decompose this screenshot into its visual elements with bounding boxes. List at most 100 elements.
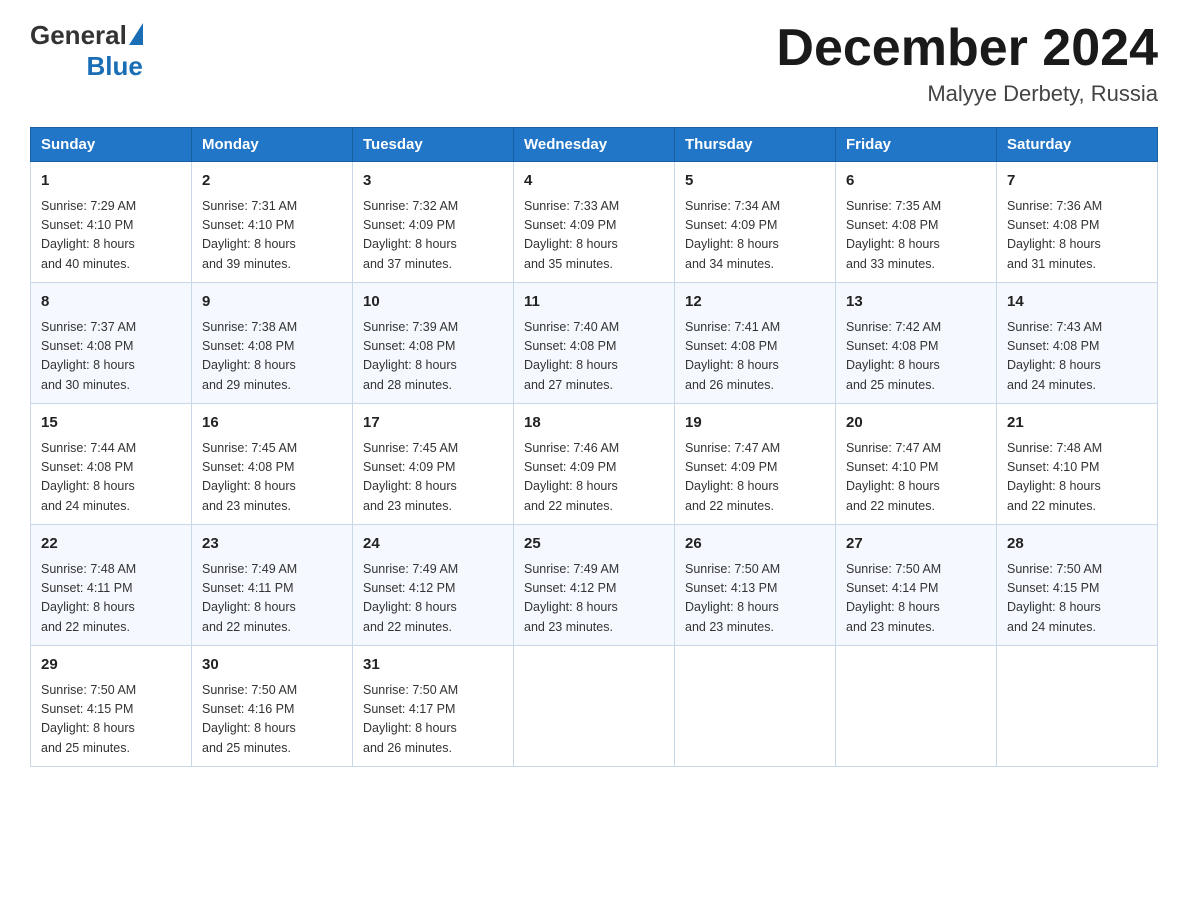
calendar-cell: 29 Sunrise: 7:50 AM Sunset: 4:15 PM Dayl… — [31, 646, 192, 767]
calendar-header-row: SundayMondayTuesdayWednesdayThursdayFrid… — [31, 128, 1158, 162]
calendar-cell — [836, 646, 997, 767]
calendar-cell: 1 Sunrise: 7:29 AM Sunset: 4:10 PM Dayli… — [31, 162, 192, 283]
day-info: Sunrise: 7:50 AM Sunset: 4:16 PM Dayligh… — [202, 681, 342, 759]
calendar-cell: 15 Sunrise: 7:44 AM Sunset: 4:08 PM Dayl… — [31, 404, 192, 525]
calendar-week-row: 8 Sunrise: 7:37 AM Sunset: 4:08 PM Dayli… — [31, 283, 1158, 404]
calendar-week-row: 22 Sunrise: 7:48 AM Sunset: 4:11 PM Dayl… — [31, 525, 1158, 646]
calendar-cell: 25 Sunrise: 7:49 AM Sunset: 4:12 PM Dayl… — [514, 525, 675, 646]
logo-blue: Blue — [86, 51, 142, 82]
header-monday: Monday — [192, 128, 353, 162]
day-number: 2 — [202, 170, 342, 193]
day-number: 13 — [846, 291, 986, 314]
day-info: Sunrise: 7:33 AM Sunset: 4:09 PM Dayligh… — [524, 197, 664, 275]
calendar-table: SundayMondayTuesdayWednesdayThursdayFrid… — [30, 127, 1158, 767]
calendar-cell: 22 Sunrise: 7:48 AM Sunset: 4:11 PM Dayl… — [31, 525, 192, 646]
day-info: Sunrise: 7:41 AM Sunset: 4:08 PM Dayligh… — [685, 318, 825, 396]
day-info: Sunrise: 7:49 AM Sunset: 4:11 PM Dayligh… — [202, 560, 342, 638]
day-number: 19 — [685, 412, 825, 435]
day-info: Sunrise: 7:48 AM Sunset: 4:11 PM Dayligh… — [41, 560, 181, 638]
day-info: Sunrise: 7:50 AM Sunset: 4:14 PM Dayligh… — [846, 560, 986, 638]
calendar-cell: 26 Sunrise: 7:50 AM Sunset: 4:13 PM Dayl… — [675, 525, 836, 646]
calendar-cell: 23 Sunrise: 7:49 AM Sunset: 4:11 PM Dayl… — [192, 525, 353, 646]
header-thursday: Thursday — [675, 128, 836, 162]
calendar-cell — [675, 646, 836, 767]
day-info: Sunrise: 7:47 AM Sunset: 4:09 PM Dayligh… — [685, 439, 825, 517]
logo-general: General — [30, 20, 127, 51]
day-number: 22 — [41, 533, 181, 556]
day-info: Sunrise: 7:39 AM Sunset: 4:08 PM Dayligh… — [363, 318, 503, 396]
day-info: Sunrise: 7:49 AM Sunset: 4:12 PM Dayligh… — [363, 560, 503, 638]
calendar-cell: 6 Sunrise: 7:35 AM Sunset: 4:08 PM Dayli… — [836, 162, 997, 283]
header-tuesday: Tuesday — [353, 128, 514, 162]
day-info: Sunrise: 7:36 AM Sunset: 4:08 PM Dayligh… — [1007, 197, 1147, 275]
calendar-cell — [997, 646, 1158, 767]
location-title: Malyye Derbety, Russia — [776, 81, 1158, 107]
calendar-cell: 10 Sunrise: 7:39 AM Sunset: 4:08 PM Dayl… — [353, 283, 514, 404]
day-number: 23 — [202, 533, 342, 556]
day-info: Sunrise: 7:34 AM Sunset: 4:09 PM Dayligh… — [685, 197, 825, 275]
title-block: December 2024 Malyye Derbety, Russia — [776, 20, 1158, 107]
calendar-week-row: 15 Sunrise: 7:44 AM Sunset: 4:08 PM Dayl… — [31, 404, 1158, 525]
day-info: Sunrise: 7:44 AM Sunset: 4:08 PM Dayligh… — [41, 439, 181, 517]
header-saturday: Saturday — [997, 128, 1158, 162]
day-number: 14 — [1007, 291, 1147, 314]
day-number: 21 — [1007, 412, 1147, 435]
day-number: 16 — [202, 412, 342, 435]
day-info: Sunrise: 7:43 AM Sunset: 4:08 PM Dayligh… — [1007, 318, 1147, 396]
day-number: 20 — [846, 412, 986, 435]
calendar-cell: 18 Sunrise: 7:46 AM Sunset: 4:09 PM Dayl… — [514, 404, 675, 525]
month-title: December 2024 — [776, 20, 1158, 77]
calendar-cell: 16 Sunrise: 7:45 AM Sunset: 4:08 PM Dayl… — [192, 404, 353, 525]
calendar-cell: 31 Sunrise: 7:50 AM Sunset: 4:17 PM Dayl… — [353, 646, 514, 767]
day-info: Sunrise: 7:35 AM Sunset: 4:08 PM Dayligh… — [846, 197, 986, 275]
header-wednesday: Wednesday — [514, 128, 675, 162]
day-info: Sunrise: 7:50 AM Sunset: 4:17 PM Dayligh… — [363, 681, 503, 759]
day-number: 27 — [846, 533, 986, 556]
calendar-cell: 28 Sunrise: 7:50 AM Sunset: 4:15 PM Dayl… — [997, 525, 1158, 646]
day-info: Sunrise: 7:32 AM Sunset: 4:09 PM Dayligh… — [363, 197, 503, 275]
day-number: 24 — [363, 533, 503, 556]
day-number: 10 — [363, 291, 503, 314]
day-number: 6 — [846, 170, 986, 193]
day-info: Sunrise: 7:48 AM Sunset: 4:10 PM Dayligh… — [1007, 439, 1147, 517]
day-number: 31 — [363, 654, 503, 677]
day-number: 15 — [41, 412, 181, 435]
day-number: 29 — [41, 654, 181, 677]
day-number: 28 — [1007, 533, 1147, 556]
day-number: 5 — [685, 170, 825, 193]
day-info: Sunrise: 7:45 AM Sunset: 4:08 PM Dayligh… — [202, 439, 342, 517]
header-friday: Friday — [836, 128, 997, 162]
day-info: Sunrise: 7:46 AM Sunset: 4:09 PM Dayligh… — [524, 439, 664, 517]
day-info: Sunrise: 7:47 AM Sunset: 4:10 PM Dayligh… — [846, 439, 986, 517]
day-info: Sunrise: 7:31 AM Sunset: 4:10 PM Dayligh… — [202, 197, 342, 275]
day-info: Sunrise: 7:42 AM Sunset: 4:08 PM Dayligh… — [846, 318, 986, 396]
calendar-cell: 21 Sunrise: 7:48 AM Sunset: 4:10 PM Dayl… — [997, 404, 1158, 525]
day-number: 30 — [202, 654, 342, 677]
day-info: Sunrise: 7:49 AM Sunset: 4:12 PM Dayligh… — [524, 560, 664, 638]
day-info: Sunrise: 7:29 AM Sunset: 4:10 PM Dayligh… — [41, 197, 181, 275]
day-number: 26 — [685, 533, 825, 556]
calendar-cell: 27 Sunrise: 7:50 AM Sunset: 4:14 PM Dayl… — [836, 525, 997, 646]
calendar-week-row: 29 Sunrise: 7:50 AM Sunset: 4:15 PM Dayl… — [31, 646, 1158, 767]
day-number: 7 — [1007, 170, 1147, 193]
day-number: 1 — [41, 170, 181, 193]
day-number: 9 — [202, 291, 342, 314]
day-info: Sunrise: 7:50 AM Sunset: 4:15 PM Dayligh… — [1007, 560, 1147, 638]
calendar-cell: 24 Sunrise: 7:49 AM Sunset: 4:12 PM Dayl… — [353, 525, 514, 646]
day-number: 4 — [524, 170, 664, 193]
calendar-cell: 9 Sunrise: 7:38 AM Sunset: 4:08 PM Dayli… — [192, 283, 353, 404]
day-info: Sunrise: 7:38 AM Sunset: 4:08 PM Dayligh… — [202, 318, 342, 396]
day-number: 8 — [41, 291, 181, 314]
calendar-cell: 14 Sunrise: 7:43 AM Sunset: 4:08 PM Dayl… — [997, 283, 1158, 404]
calendar-cell — [514, 646, 675, 767]
day-info: Sunrise: 7:50 AM Sunset: 4:15 PM Dayligh… — [41, 681, 181, 759]
header-sunday: Sunday — [31, 128, 192, 162]
calendar-cell: 2 Sunrise: 7:31 AM Sunset: 4:10 PM Dayli… — [192, 162, 353, 283]
day-number: 18 — [524, 412, 664, 435]
calendar-cell: 13 Sunrise: 7:42 AM Sunset: 4:08 PM Dayl… — [836, 283, 997, 404]
day-number: 11 — [524, 291, 664, 314]
day-number: 12 — [685, 291, 825, 314]
calendar-cell: 30 Sunrise: 7:50 AM Sunset: 4:16 PM Dayl… — [192, 646, 353, 767]
logo-triangle-icon — [129, 23, 143, 45]
calendar-week-row: 1 Sunrise: 7:29 AM Sunset: 4:10 PM Dayli… — [31, 162, 1158, 283]
